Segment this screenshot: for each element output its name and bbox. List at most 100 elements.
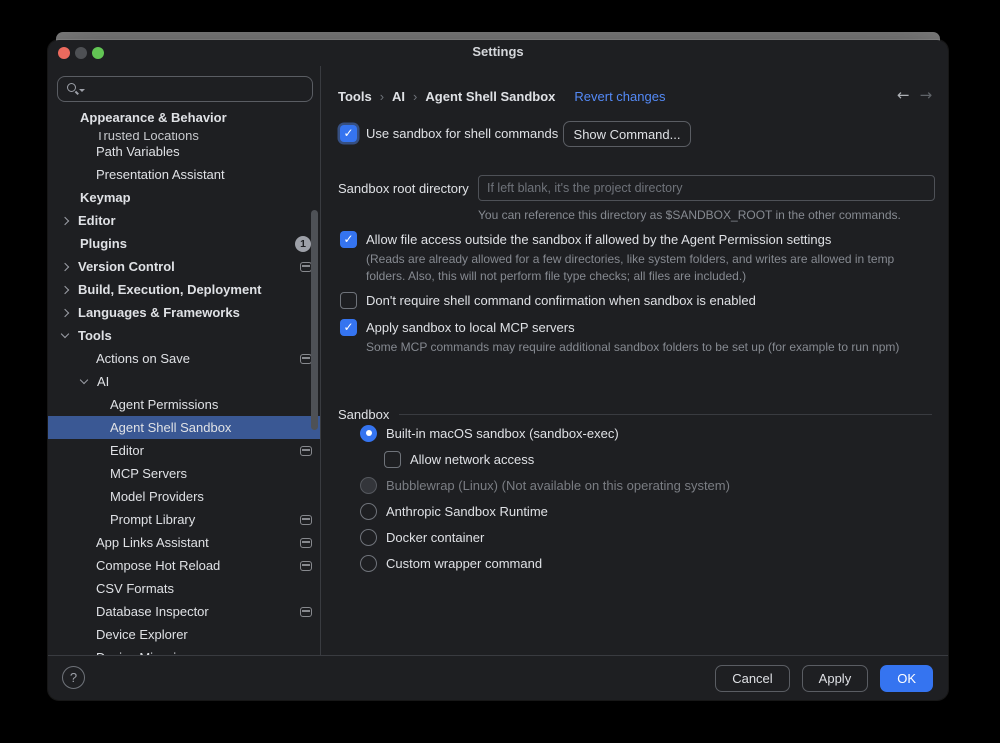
sidebar-item-label: Presentation Assistant <box>96 167 225 182</box>
chevron-right-icon[interactable] <box>61 262 69 270</box>
sidebar-item-agent-permissions[interactable]: Agent Permissions <box>48 393 320 416</box>
search-options-caret-icon[interactable] <box>79 89 85 92</box>
search-icon <box>67 83 76 92</box>
sidebar-item-label: Prompt Library <box>110 512 195 527</box>
sidebar-item-label: Languages & Frameworks <box>78 305 240 320</box>
footer-buttons: Cancel Apply OK <box>715 665 933 692</box>
toggle-label: Don't require shell command confirmation… <box>366 293 756 308</box>
settings-scope-icon <box>300 446 312 456</box>
chevron-down-icon[interactable] <box>80 376 88 384</box>
checkbox-use-sandbox[interactable] <box>340 125 357 142</box>
apply-button[interactable]: Apply <box>802 665 869 692</box>
sidebar-item-label: Editor <box>78 213 116 228</box>
cancel-button[interactable]: Cancel <box>715 665 789 692</box>
sidebar-item-label: Version Control <box>78 259 175 274</box>
radio-docker-container[interactable] <box>360 529 377 546</box>
toggle-row-apply-sandbox-to-local-mcp-ser: Apply sandbox to local MCP servers <box>340 319 575 336</box>
breadcrumb-item-agent-shell-sandbox[interactable]: Agent Shell Sandbox <box>425 89 555 104</box>
back-arrow-icon[interactable]: ← <box>897 86 910 104</box>
option-label: Custom wrapper command <box>386 556 542 571</box>
sidebar-item-editor[interactable]: Editor <box>48 439 320 462</box>
checkbox-apply-sandbox-to-local-mcp-ser[interactable] <box>340 319 357 336</box>
settings-search-field[interactable] <box>57 76 313 102</box>
dialog-footer: ? Cancel Apply OK <box>48 655 948 700</box>
sidebar-item-model-providers[interactable]: Model Providers <box>48 485 320 508</box>
sidebar-item-presentation-assistant[interactable]: Presentation Assistant <box>48 163 320 186</box>
sidebar-item-label: Actions on Save <box>96 351 190 366</box>
settings-window: Settings Trusted LocationsPath Variables… <box>48 32 948 700</box>
radio-anthropic-sandbox-runtime[interactable] <box>360 503 377 520</box>
sidebar-item-ai[interactable]: AI <box>48 370 320 393</box>
sidebar-item-label: Database Inspector <box>96 604 209 619</box>
sidebar-item-app-links-assistant[interactable]: App Links Assistant <box>48 531 320 554</box>
root-dir-input[interactable] <box>478 175 935 201</box>
sidebar-scrollbar[interactable] <box>311 210 318 430</box>
toggle-comment: Some MCP commands may require additional… <box>366 339 899 356</box>
search-input[interactable] <box>88 78 306 100</box>
sidebar-item-database-inspector[interactable]: Database Inspector <box>48 600 320 623</box>
sidebar-item-csv-formats[interactable]: CSV Formats <box>48 577 320 600</box>
chevron-right-icon[interactable] <box>61 285 69 293</box>
sidebar-item-label: Device Explorer <box>96 627 188 642</box>
sidebar-item-label: Plugins <box>80 236 127 251</box>
help-button[interactable]: ? <box>62 666 85 689</box>
breadcrumb-separator: › <box>413 89 417 104</box>
breadcrumb-item-ai[interactable]: AI <box>392 89 405 104</box>
sidebar-item-label: Model Providers <box>110 489 204 504</box>
option-row-anthropic-sandbox-runtime: Anthropic Sandbox Runtime <box>360 498 730 524</box>
sidebar-item-mcp-servers[interactable]: MCP Servers <box>48 462 320 485</box>
sidebar-item-label: App Links Assistant <box>96 535 209 550</box>
history-nav: ← → <box>897 86 943 104</box>
sidebar-item-languages-frameworks[interactable]: Languages & Frameworks <box>48 301 320 324</box>
option-label: Built-in macOS sandbox (sandbox-exec) <box>386 426 619 441</box>
option-row-built-in-macos-sandbox-sandbox: Built-in macOS sandbox (sandbox-exec) <box>360 420 730 446</box>
toggle-label: Allow file access outside the sandbox if… <box>366 232 831 247</box>
sidebar-item-label: MCP Servers <box>110 466 187 481</box>
titlebar: Settings <box>48 40 948 66</box>
option-child-row: Allow network access <box>360 446 730 472</box>
sidebar-sticky-header[interactable]: Appearance & Behavior <box>48 106 319 132</box>
sidebar-item-agent-shell-sandbox[interactable]: Agent Shell Sandbox <box>48 416 320 439</box>
option-row-docker-container: Docker container <box>360 524 730 550</box>
breadcrumb-item-tools[interactable]: Tools <box>338 89 372 104</box>
checkbox-allow-network-access[interactable] <box>384 451 401 468</box>
sidebar-item-label: Agent Permissions <box>110 397 218 412</box>
checkbox-allow-file-access-outside-the-[interactable] <box>340 231 357 248</box>
sidebar-item-build-execution-deployment[interactable]: Build, Execution, Deployment <box>48 278 320 301</box>
plugin-count-badge: 1 <box>295 236 311 252</box>
section-divider <box>399 414 932 415</box>
sidebar-item-prompt-library[interactable]: Prompt Library <box>48 508 320 531</box>
revert-changes-link[interactable]: Revert changes <box>574 89 665 104</box>
sidebar-item-label: Keymap <box>80 190 131 205</box>
sidebar-item-label: Compose Hot Reload <box>96 558 220 573</box>
sidebar-item-label: CSV Formats <box>96 581 174 596</box>
sidebar-item-plugins[interactable]: Plugins 1 <box>48 232 320 255</box>
option-row-custom-wrapper-command: Custom wrapper command <box>360 550 730 576</box>
radio-built-in-macos-sandbox-sandbox[interactable] <box>360 425 377 442</box>
root-dir-label: Sandbox root directory <box>338 181 469 196</box>
sidebar-item-tools[interactable]: Tools <box>48 324 320 347</box>
sidebar-item-label: AI <box>97 374 109 389</box>
toggle-row-allow-file-access-outside-the-: Allow file access outside the sandbox if… <box>340 231 831 248</box>
chevron-right-icon[interactable] <box>61 308 69 316</box>
chevron-down-icon[interactable] <box>61 330 69 338</box>
toggle-label: Apply sandbox to local MCP servers <box>366 320 575 335</box>
sidebar-divider <box>320 66 321 655</box>
sidebar-item-actions-on-save[interactable]: Actions on Save <box>48 347 320 370</box>
sidebar-item-editor[interactable]: Editor <box>48 209 320 232</box>
settings-tree: Trusted LocationsPath VariablesPresentat… <box>48 140 320 655</box>
sidebar-item-label: Editor <box>110 443 144 458</box>
sidebar-item-keymap[interactable]: Keymap <box>48 186 320 209</box>
option-row-bubblewrap-linux-not-available: Bubblewrap (Linux) (Not available on thi… <box>360 472 730 498</box>
show-command-button[interactable]: Show Command... <box>563 121 691 147</box>
sidebar-item-compose-hot-reload[interactable]: Compose Hot Reload <box>48 554 320 577</box>
desktop-background: Settings Trusted LocationsPath Variables… <box>0 0 1000 743</box>
sidebar-item-device-explorer[interactable]: Device Explorer <box>48 623 320 646</box>
ok-button[interactable]: OK <box>880 665 933 692</box>
forward-arrow-icon[interactable]: → <box>920 86 933 104</box>
sidebar-item-version-control[interactable]: Version Control <box>48 255 320 278</box>
radio-custom-wrapper-command[interactable] <box>360 555 377 572</box>
chevron-right-icon[interactable] <box>61 216 69 224</box>
checkbox-don-t-require-shell-command-co[interactable] <box>340 292 357 309</box>
sidebar-item-label: Build, Execution, Deployment <box>78 282 261 297</box>
